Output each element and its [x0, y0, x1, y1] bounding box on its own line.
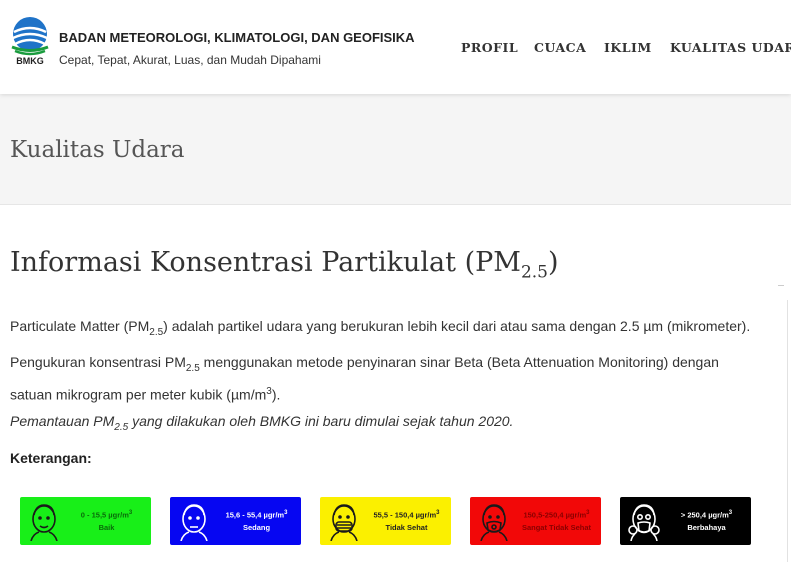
legend-range: 15,6 - 55,4 µgr/m3 — [225, 510, 288, 520]
legend-item-tidak-sehat: 55,5 - 150,4 µgr/m3 Tidak Sehat — [320, 497, 451, 545]
organization-tagline: Cepat, Tepat, Akurat, Luas, dan Mudah Di… — [59, 53, 321, 67]
legend-range: 55,5 - 150,4 µgr/m3 — [373, 510, 440, 520]
logo-text: BMKG — [16, 56, 44, 66]
page-title: Kualitas Udara — [10, 137, 185, 163]
legend-category: Sangat Tidak Sehat — [521, 523, 592, 532]
p2-text-c: ). — [271, 386, 281, 403]
face-icon — [30, 504, 58, 541]
p2-text-a: Pengukuran konsentrasi PM — [10, 354, 186, 370]
heading-end: ) — [547, 247, 559, 278]
page-banner: Kualitas Udara — [0, 94, 791, 205]
p3-text-b: yang dilakukan oleh BMKG ini baru dimula… — [128, 413, 514, 429]
paragraph-definition: Particulate Matter (PM2.5) adalah partik… — [10, 315, 760, 344]
masked-face-icon — [330, 504, 358, 541]
nav-item-kualitas-udara[interactable]: KUALITAS UDARA — [670, 40, 791, 55]
p3-subscript: 2.5 — [114, 421, 129, 433]
p1-text-a: Particulate Matter (PM — [10, 318, 150, 334]
legend-category: Sedang — [242, 523, 271, 532]
bmkg-logo[interactable]: BMKG — [9, 14, 51, 66]
legend-range: > 250,4 µgr/m3 — [680, 510, 733, 520]
p2-subscript: 2.5 — [185, 362, 200, 374]
legend-range: 150,5-250,4 µgr/m3 — [523, 510, 590, 520]
legend-item-sangat-tidak-sehat: 150,5-250,4 µgr/m3 Sangat Tidak Sehat — [470, 497, 601, 545]
legend-item-sedang: 15,6 - 55,4 µgr/m3 Sedang — [170, 497, 301, 545]
p1-text-b: ) adalah partikel udara yang berukuran l… — [163, 318, 751, 334]
legend-range: 0 - 15,5 µgr/m3 — [80, 510, 133, 520]
legend-category: Baik — [98, 523, 115, 532]
respirator-face-icon — [480, 504, 508, 541]
legend-category: Tidak Sehat — [385, 523, 428, 532]
site-header: BMKG BADAN METEOROLOGI, KLIMATOLOGI, DAN… — [0, 0, 791, 94]
paragraph-measurement: Pengukuran konsentrasi PM2.5 menggunakan… — [10, 351, 760, 406]
sidebar-border — [787, 300, 788, 562]
sidebar-divider — [778, 285, 784, 286]
heading-subscript: 2.5 — [520, 262, 548, 283]
legend-item-baik: 0 - 15,5 µgr/m3 Baik — [20, 497, 151, 545]
face-icon — [180, 504, 208, 541]
paragraph-monitoring-note: Pemantauan PM2.5 yang dilakukan oleh BMK… — [10, 410, 760, 439]
nav-item-profil[interactable]: PROFIL — [461, 40, 518, 55]
heading-text: Informasi Konsentrasi Partikulat (PM — [10, 247, 521, 278]
bmkg-logo-icon: BMKG — [11, 17, 49, 66]
p3-text-a: Pemantauan PM — [10, 413, 115, 429]
legend-item-berbahaya: > 250,4 µgr/m3 Berbahaya — [620, 497, 751, 545]
legend-category: Berbahaya — [687, 523, 726, 532]
legend-title: Keterangan: — [10, 450, 92, 466]
organization-name[interactable]: BADAN METEOROLOGI, KLIMATOLOGI, DAN GEOF… — [59, 30, 415, 45]
nav-item-cuaca[interactable]: CUACA — [534, 40, 586, 55]
gas-mask-face-icon — [628, 504, 660, 541]
section-heading: Informasi Konsentrasi Partikulat (PM2.5) — [10, 247, 559, 282]
nav-item-iklim[interactable]: IKLIM — [604, 40, 652, 55]
p1-subscript: 2.5 — [149, 326, 164, 338]
